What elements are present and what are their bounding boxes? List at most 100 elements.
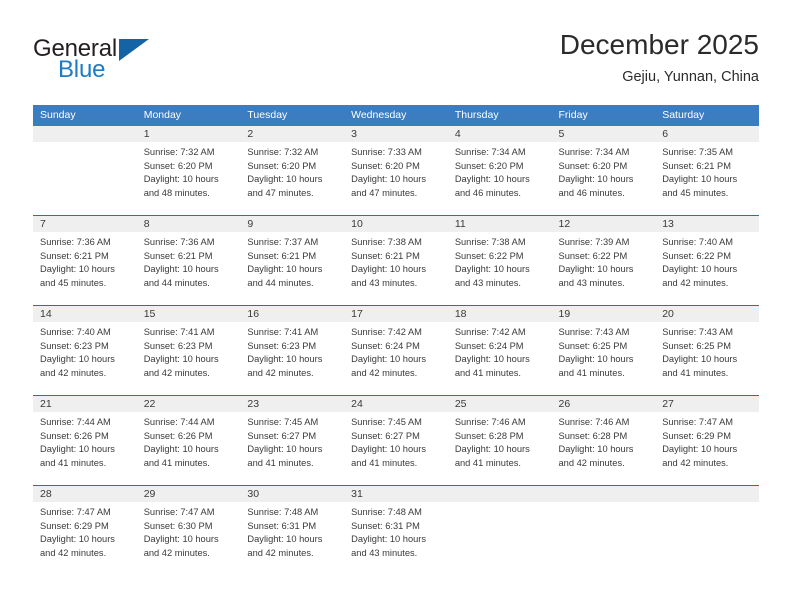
calendar-day-cell[interactable]: 2 Sunrise: 7:32 AM Sunset: 6:20 PM Daylight… <box>240 126 345 215</box>
day-number: 6 <box>655 126 759 142</box>
calendar-day-cell[interactable]: 26 Sunrise: 7:46 AM Sunset: 6:28 PM Dayligh… <box>551 396 656 485</box>
calendar-grid: Sunday Monday Tuesday Wednesday Thursday Frid… <box>33 105 759 576</box>
sunset-text: Sunset: 6:26 PM <box>40 430 109 441</box>
calendar-day-cell[interactable]: 28 Sunrise: 7:47 AM Sunset: 6:29 PM Dayligh… <box>33 486 137 575</box>
sunrise-text: Sunrise: 7:48 AM <box>351 507 422 517</box>
sunset-text: Sunset: 6:23 PM <box>143 340 213 351</box>
daylight-text-line1: Daylight: 10 hours <box>454 444 530 455</box>
daylight-text-line2: and 45 minutes. <box>662 187 729 198</box>
day-sun-info: Sunrise: 7:44 AM Sunset: 6:26 PM Daylight:… <box>137 412 241 470</box>
day-number: 3 <box>344 126 448 142</box>
sunrise-text: Sunrise: 7:46 AM <box>454 417 526 427</box>
day-number <box>33 126 137 142</box>
daylight-text-line1: Daylight: 10 hours <box>351 354 427 365</box>
day-number: 30 <box>240 486 345 502</box>
calendar-day-cell[interactable]: 18 Sunrise: 7:42 AM Sunset: 6:24 PM Dayligh… <box>447 306 552 395</box>
calendar-day-cell[interactable]: 6 Sunrise: 7:35 AM Sunset: 6:21 PM Daylight… <box>655 126 759 215</box>
sunset-text: Sunset: 6:25 PM <box>558 340 628 351</box>
sunrise-text: Sunrise: 7:38 AM <box>351 237 422 247</box>
calendar-day-cell[interactable]: 20 Sunrise: 7:43 AM Sunset: 6:25 PM Dayligh… <box>655 306 759 395</box>
sunrise-text: Sunrise: 7:48 AM <box>247 507 319 517</box>
day-number: 15 <box>136 306 241 322</box>
sunrise-text: Sunrise: 7:47 AM <box>40 507 111 517</box>
daylight-text-line1: Daylight: 10 hours <box>558 174 634 185</box>
sunset-text: Sunset: 6:20 PM <box>558 160 628 171</box>
calendar-day-cell[interactable]: 12 Sunrise: 7:39 AM Sunset: 6:22 PM Dayligh… <box>551 216 656 305</box>
generalblue-logo[interactable]: General Blue <box>33 36 223 88</box>
calendar-day-cell[interactable]: 17 Sunrise: 7:42 AM Sunset: 6:24 PM Dayligh… <box>344 306 448 395</box>
calendar-day-cell[interactable]: 19 Sunrise: 7:43 AM Sunset: 6:25 PM Dayligh… <box>551 306 656 395</box>
page-title: December 2025 <box>559 29 759 60</box>
day-sun-info: Sunrise: 7:43 AM Sunset: 6:25 PM Daylight:… <box>552 322 656 380</box>
calendar-day-cell[interactable]: 30 Sunrise: 7:48 AM Sunset: 6:31 PM Dayligh… <box>240 486 345 575</box>
daylight-text-line2: and 42 minutes. <box>247 547 314 558</box>
daylight-text-line1: Daylight: 10 hours <box>247 444 323 455</box>
day-sun-info: Sunrise: 7:42 AM Sunset: 6:24 PM Daylight:… <box>448 322 552 380</box>
calendar-day-cell[interactable]: 21 Sunrise: 7:44 AM Sunset: 6:26 PM Dayligh… <box>33 396 137 485</box>
sunrise-text: Sunrise: 7:43 AM <box>662 327 734 337</box>
triangle-flag-icon <box>119 39 149 61</box>
calendar-day-cell[interactable]: 9 Sunrise: 7:37 AM Sunset: 6:21 PM Daylight… <box>240 216 345 305</box>
calendar-day-cell[interactable]: 10 Sunrise: 7:38 AM Sunset: 6:21 PM Dayligh… <box>344 216 448 305</box>
calendar-day-cell[interactable]: 25 Sunrise: 7:46 AM Sunset: 6:28 PM Dayligh… <box>447 396 552 485</box>
day-number <box>655 486 759 502</box>
calendar-day-cell[interactable]: 7 Sunrise: 7:36 AM Sunset: 6:21 PM Daylight… <box>33 216 137 305</box>
sunset-text: Sunset: 6:22 PM <box>454 250 524 261</box>
calendar-day-cell[interactable]: 24 Sunrise: 7:45 AM Sunset: 6:27 PM Dayligh… <box>344 396 448 485</box>
daylight-text-line2: and 42 minutes. <box>662 457 729 468</box>
sunset-text: Sunset: 6:31 PM <box>247 520 317 531</box>
calendar-day-cell[interactable]: 11 Sunrise: 7:38 AM Sunset: 6:22 PM Dayligh… <box>447 216 552 305</box>
weekday-header-friday: Friday <box>558 109 588 121</box>
calendar-day-cell[interactable]: 4 Sunrise: 7:34 AM Sunset: 6:20 PM Daylight… <box>447 126 552 215</box>
weekday-header-thursday: Thursday <box>454 109 499 121</box>
calendar-day-cell-empty <box>447 486 552 575</box>
sunset-text: Sunset: 6:21 PM <box>247 250 317 261</box>
calendar-day-cell[interactable]: 22 Sunrise: 7:44 AM Sunset: 6:26 PM Dayligh… <box>136 396 241 485</box>
sunset-text: Sunset: 6:25 PM <box>662 340 731 351</box>
daylight-text-line2: and 41 minutes. <box>40 457 107 468</box>
daylight-text-line2: and 42 minutes. <box>143 367 210 378</box>
calendar-day-cell[interactable]: 8 Sunrise: 7:36 AM Sunset: 6:21 PM Daylight… <box>136 216 241 305</box>
daylight-text-line1: Daylight: 10 hours <box>351 444 427 455</box>
daylight-text-line1: Daylight: 10 hours <box>454 174 530 185</box>
calendar-day-cell[interactable]: 14 Sunrise: 7:40 AM Sunset: 6:23 PM Dayligh… <box>33 306 137 395</box>
calendar-day-cell[interactable]: 5 Sunrise: 7:34 AM Sunset: 6:20 PM Daylight… <box>551 126 656 215</box>
calendar-day-cell[interactable]: 27 Sunrise: 7:47 AM Sunset: 6:29 PM Dayligh… <box>655 396 759 485</box>
day-sun-info: Sunrise: 7:38 AM Sunset: 6:21 PM Daylight:… <box>344 232 448 290</box>
sunset-text: Sunset: 6:20 PM <box>143 160 213 171</box>
day-sun-info: Sunrise: 7:45 AM Sunset: 6:27 PM Daylight:… <box>240 412 344 470</box>
sunrise-text: Sunrise: 7:41 AM <box>247 327 319 337</box>
calendar-day-cell[interactable]: 23 Sunrise: 7:45 AM Sunset: 6:27 PM Dayligh… <box>240 396 345 485</box>
day-sun-info: Sunrise: 7:44 AM Sunset: 6:26 PM Daylight:… <box>33 412 137 470</box>
daylight-text-line2: and 42 minutes. <box>351 367 418 378</box>
daylight-text-line2: and 47 minutes. <box>351 187 418 198</box>
day-sun-info: Sunrise: 7:40 AM Sunset: 6:22 PM Daylight:… <box>655 232 759 290</box>
day-sun-info: Sunrise: 7:39 AM Sunset: 6:22 PM Daylight:… <box>552 232 656 290</box>
day-number: 9 <box>240 216 345 232</box>
daylight-text-line1: Daylight: 10 hours <box>351 264 427 275</box>
logo-text-blue: Blue <box>58 56 106 83</box>
day-number: 19 <box>551 306 656 322</box>
calendar-day-cell[interactable]: 31 Sunrise: 7:48 AM Sunset: 6:31 PM Dayligh… <box>344 486 448 575</box>
sunset-text: Sunset: 6:22 PM <box>662 250 731 261</box>
daylight-text-line2: and 43 minutes. <box>558 277 625 288</box>
calendar-day-cell[interactable]: 13 Sunrise: 7:40 AM Sunset: 6:22 PM Dayligh… <box>655 216 759 305</box>
day-sun-info: Sunrise: 7:41 AM Sunset: 6:23 PM Daylight:… <box>240 322 344 380</box>
daylight-text-line1: Daylight: 10 hours <box>247 264 323 275</box>
calendar-day-cell[interactable]: 29 Sunrise: 7:47 AM Sunset: 6:30 PM Dayligh… <box>136 486 241 575</box>
page-header: General Blue December 2025 Gejiu, Yunnan… <box>33 28 759 98</box>
daylight-text-line2: and 44 minutes. <box>143 277 210 288</box>
calendar-day-cell[interactable]: 16 Sunrise: 7:41 AM Sunset: 6:23 PM Dayligh… <box>240 306 345 395</box>
calendar-day-cell[interactable]: 1 Sunrise: 7:32 AM Sunset: 6:20 PM Daylight… <box>136 126 241 215</box>
daylight-text-line1: Daylight: 10 hours <box>247 354 323 365</box>
day-number: 24 <box>344 396 448 412</box>
sunrise-text: Sunrise: 7:32 AM <box>247 147 319 157</box>
calendar-day-cell[interactable]: 15 Sunrise: 7:41 AM Sunset: 6:23 PM Dayligh… <box>136 306 241 395</box>
sunset-text: Sunset: 6:22 PM <box>558 250 628 261</box>
calendar-day-cell-empty <box>33 126 137 215</box>
day-sun-info: Sunrise: 7:36 AM Sunset: 6:21 PM Daylight:… <box>33 232 137 290</box>
daylight-text-line2: and 43 minutes. <box>454 277 521 288</box>
calendar-day-cell[interactable]: 3 Sunrise: 7:33 AM Sunset: 6:20 PM Daylight… <box>344 126 448 215</box>
daylight-text-line1: Daylight: 10 hours <box>40 264 115 275</box>
sunrise-text: Sunrise: 7:41 AM <box>143 327 215 337</box>
